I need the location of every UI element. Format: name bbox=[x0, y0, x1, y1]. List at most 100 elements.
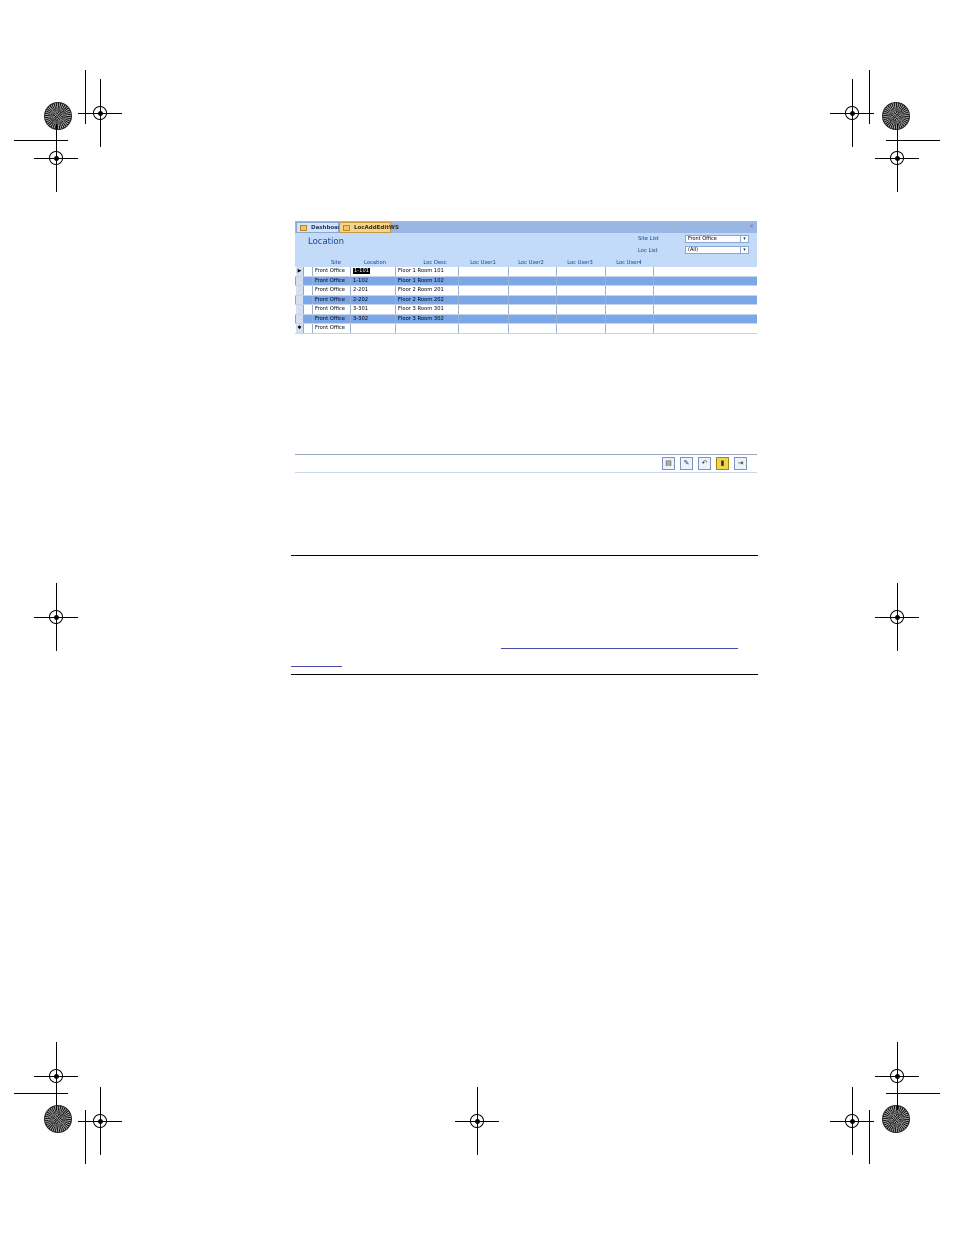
site-cell[interactable]: Front Office bbox=[312, 267, 351, 276]
record-selector[interactable] bbox=[296, 314, 304, 323]
current-record-indicator[interactable]: ▶ bbox=[296, 267, 304, 276]
new-record-row[interactable]: ✱ Front Office bbox=[295, 324, 757, 334]
trim-line bbox=[14, 1093, 68, 1094]
hyperlink-underline[interactable] bbox=[501, 648, 738, 649]
loc-user2-cell[interactable] bbox=[509, 267, 557, 276]
location-cell[interactable]: 3-301 bbox=[351, 305, 396, 314]
loc-user1-cell[interactable] bbox=[459, 276, 509, 285]
site-list-combo[interactable]: Front Office ▾ bbox=[685, 235, 749, 243]
document-tab-bar: Dashboard LocAddEditWS × bbox=[295, 221, 757, 233]
column-header-loc-desc: Loc Desc bbox=[423, 260, 447, 266]
loc-desc-cell[interactable]: Floor 3 Room 302 bbox=[396, 314, 459, 323]
column-header-loc-user3: Loc User3 bbox=[567, 260, 593, 266]
loc-user1-cell[interactable] bbox=[459, 295, 509, 304]
form-footer-edge bbox=[295, 472, 757, 473]
loc-desc-cell[interactable]: Floor 1 Room 101 bbox=[396, 267, 459, 276]
new-record-icon: ▤ bbox=[665, 459, 672, 467]
loc-user3-cell[interactable] bbox=[557, 314, 606, 323]
location-cell[interactable]: 2-201 bbox=[351, 286, 396, 295]
loc-user1-cell[interactable] bbox=[459, 314, 509, 323]
loc-user4-cell[interactable] bbox=[606, 286, 654, 295]
loc-user3-cell[interactable] bbox=[557, 276, 606, 285]
save-record-button[interactable]: ✎ bbox=[680, 457, 693, 470]
record-selector[interactable] bbox=[296, 276, 304, 285]
table-row[interactable]: Front Office 2-202 Floor 2 Room 202 bbox=[295, 295, 757, 305]
tab-locaddeditws[interactable]: LocAddEditWS bbox=[339, 222, 399, 233]
location-cell[interactable]: 2-202 bbox=[351, 295, 396, 304]
close-icon[interactable]: × bbox=[749, 221, 754, 233]
loc-list-combo[interactable]: (All) ▾ bbox=[685, 246, 749, 254]
loc-user2-cell[interactable] bbox=[509, 314, 557, 323]
column-header-loc-user4: Loc User4 bbox=[616, 260, 642, 266]
loc-user4-cell[interactable] bbox=[606, 295, 654, 304]
form-header: Location Site List Front Office ▾ Loc Li… bbox=[295, 233, 757, 267]
location-cell[interactable]: 3-302 bbox=[351, 314, 396, 323]
record-selector[interactable] bbox=[296, 286, 304, 295]
loc-desc-cell[interactable]: Floor 2 Room 202 bbox=[396, 295, 459, 304]
loc-user4-cell[interactable] bbox=[606, 276, 654, 285]
loc-desc-cell[interactable] bbox=[396, 324, 459, 333]
site-cell[interactable]: Front Office bbox=[312, 305, 351, 314]
loc-user1-cell[interactable] bbox=[459, 324, 509, 333]
loc-user4-cell[interactable] bbox=[606, 314, 654, 323]
new-record-indicator[interactable]: ✱ bbox=[296, 324, 304, 333]
site-cell[interactable]: Front Office bbox=[312, 324, 351, 333]
trim-line bbox=[869, 1110, 870, 1164]
loc-user3-cell[interactable] bbox=[557, 305, 606, 314]
table-row[interactable]: Front Office 2-201 Floor 2 Room 201 bbox=[295, 286, 757, 296]
column-header-loc-user2: Loc User2 bbox=[518, 260, 544, 266]
loc-user2-cell[interactable] bbox=[509, 286, 557, 295]
loc-user1-cell[interactable] bbox=[459, 305, 509, 314]
form-icon bbox=[300, 225, 307, 231]
page-title: Location bbox=[308, 237, 344, 247]
tab-label: LocAddEditWS bbox=[354, 225, 399, 231]
location-cell[interactable] bbox=[351, 324, 396, 333]
registration-star-top-right bbox=[882, 102, 910, 130]
site-cell[interactable]: Front Office bbox=[312, 276, 351, 285]
loc-user4-cell[interactable] bbox=[606, 305, 654, 314]
loc-desc-cell[interactable]: Floor 3 Room 301 bbox=[396, 305, 459, 314]
undo-button[interactable]: ↶ bbox=[698, 457, 711, 470]
site-cell[interactable]: Front Office bbox=[312, 295, 351, 304]
location-cell[interactable]: 1-102 bbox=[351, 276, 396, 285]
loc-list-value: (All) bbox=[688, 247, 699, 253]
close-form-icon: ⇥ bbox=[737, 459, 744, 467]
loc-user3-cell[interactable] bbox=[557, 267, 606, 276]
loc-user1-cell[interactable] bbox=[459, 267, 509, 276]
table-row[interactable]: Front Office 3-302 Floor 3 Room 302 bbox=[295, 314, 757, 324]
new-record-button[interactable]: ▤ bbox=[662, 457, 675, 470]
loc-desc-cell[interactable]: Floor 1 Room 102 bbox=[396, 276, 459, 285]
site-list-value: Front Office bbox=[688, 236, 717, 242]
column-header-site: Site bbox=[331, 260, 341, 266]
record-selector[interactable] bbox=[296, 305, 304, 314]
chevron-down-icon[interactable]: ▾ bbox=[740, 236, 748, 242]
column-header-loc-user1: Loc User1 bbox=[470, 260, 496, 266]
chevron-down-icon[interactable]: ▾ bbox=[740, 247, 748, 253]
loc-list-label: Loc List bbox=[638, 248, 658, 254]
loc-user2-cell[interactable] bbox=[509, 324, 557, 333]
loc-user2-cell[interactable] bbox=[509, 295, 557, 304]
loc-user3-cell[interactable] bbox=[557, 324, 606, 333]
location-cell[interactable]: 1-101 bbox=[351, 267, 396, 276]
loc-user4-cell[interactable] bbox=[606, 324, 654, 333]
table-row[interactable]: Front Office 1-102 Floor 1 Room 102 bbox=[295, 276, 757, 286]
hyperlink-underline[interactable] bbox=[291, 666, 342, 667]
table-row[interactable]: ▶ Front Office 1-101 Floor 1 Room 101 bbox=[295, 267, 757, 277]
delete-icon: ▮ bbox=[720, 459, 725, 467]
tab-dashboard[interactable]: Dashboard bbox=[296, 222, 345, 233]
loc-user2-cell[interactable] bbox=[509, 305, 557, 314]
site-cell[interactable]: Front Office bbox=[312, 314, 351, 323]
loc-user3-cell[interactable] bbox=[557, 286, 606, 295]
note-top-rule bbox=[291, 555, 758, 556]
loc-desc-cell[interactable]: Floor 2 Room 201 bbox=[396, 286, 459, 295]
loc-user1-cell[interactable] bbox=[459, 286, 509, 295]
delete-button[interactable]: ▮ bbox=[716, 457, 729, 470]
site-list-label: Site List bbox=[638, 236, 659, 242]
site-cell[interactable]: Front Office bbox=[312, 286, 351, 295]
table-row[interactable]: Front Office 3-301 Floor 3 Room 301 bbox=[295, 305, 757, 315]
close-form-button[interactable]: ⇥ bbox=[734, 457, 747, 470]
loc-user2-cell[interactable] bbox=[509, 276, 557, 285]
record-selector[interactable] bbox=[296, 295, 304, 304]
loc-user3-cell[interactable] bbox=[557, 295, 606, 304]
loc-user4-cell[interactable] bbox=[606, 267, 654, 276]
